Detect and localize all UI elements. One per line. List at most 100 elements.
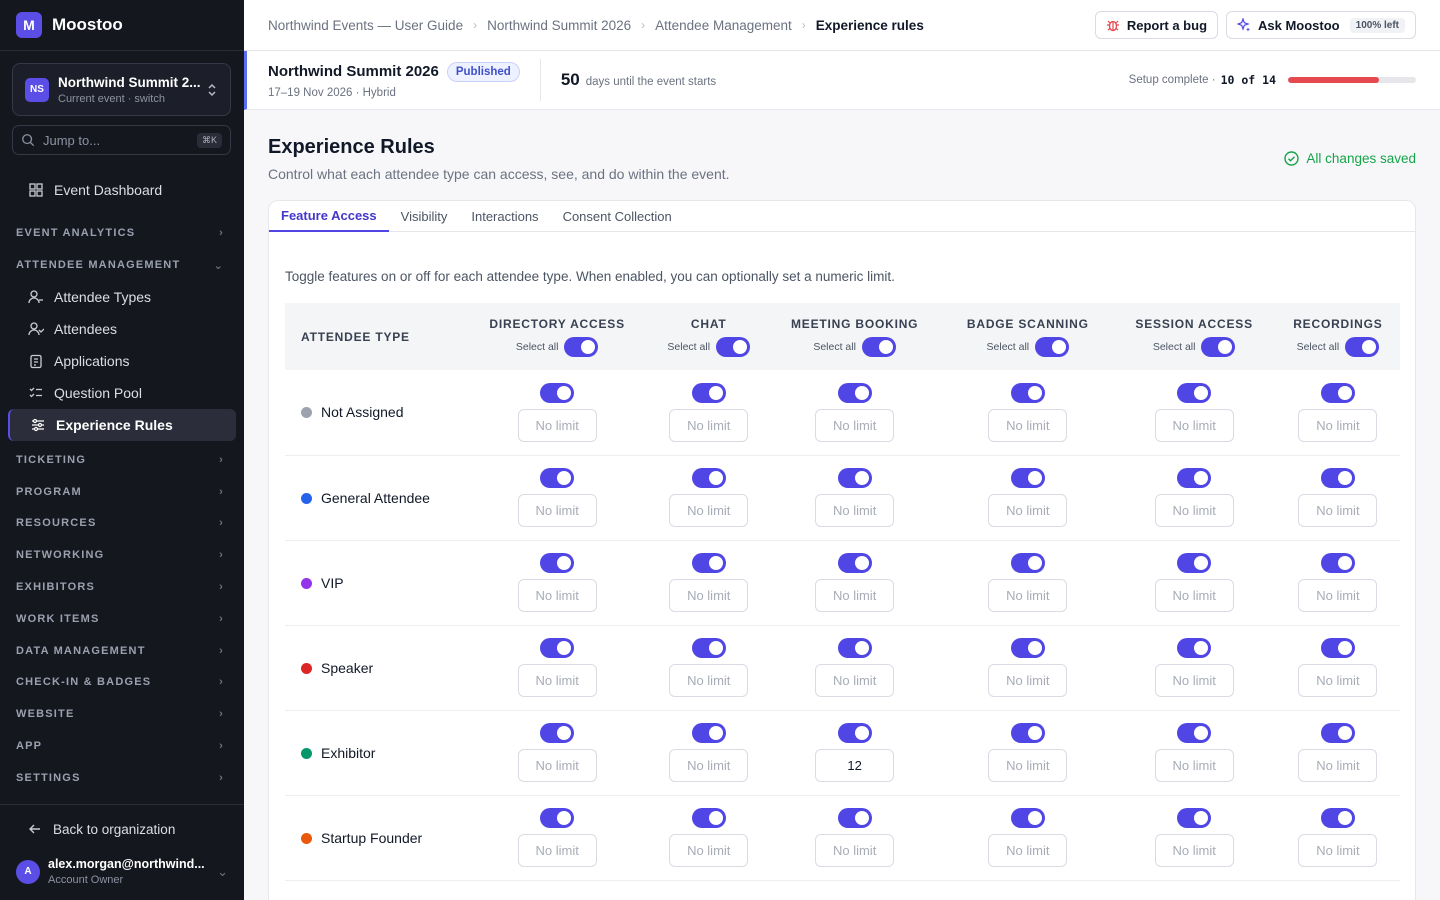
select-all-toggle[interactable] [861, 336, 896, 357]
limit-input[interactable] [988, 664, 1068, 697]
select-all-toggle[interactable] [716, 336, 751, 357]
feature-toggle[interactable] [1010, 723, 1045, 743]
feature-toggle[interactable] [1320, 638, 1355, 658]
limit-input[interactable] [1298, 494, 1378, 527]
sidebar-section-networking[interactable]: NETWORKING › [0, 539, 244, 571]
sidebar-section-website[interactable]: WEBSITE › [0, 698, 244, 730]
sidebar-section-ticketing[interactable]: TICKETING › [0, 444, 244, 476]
sidebar-item-event-dashboard[interactable]: Event Dashboard [8, 174, 236, 206]
feature-toggle[interactable] [1177, 808, 1212, 828]
tab-feature-access[interactable]: Feature Access [269, 201, 389, 232]
feature-toggle[interactable] [1320, 382, 1355, 403]
feature-toggle[interactable] [1010, 553, 1045, 573]
feature-toggle[interactable] [1010, 638, 1045, 658]
limit-input[interactable] [815, 494, 895, 527]
breadcrumb-item[interactable]: Northwind Events — User Guide [268, 18, 463, 33]
sidebar-section-event-analytics[interactable]: EVENT ANALYTICS › [0, 217, 244, 249]
limit-input[interactable] [669, 749, 749, 782]
limit-input[interactable] [517, 664, 597, 697]
limit-input[interactable] [1154, 664, 1234, 697]
feature-toggle[interactable] [691, 382, 726, 403]
sidebar-item-attendee-types[interactable]: Attendee Types [8, 281, 236, 313]
limit-input[interactable] [1298, 408, 1378, 442]
feature-toggle[interactable] [1010, 382, 1045, 403]
feature-toggle[interactable] [540, 808, 575, 828]
sidebar-item-attendees[interactable]: Attendees [8, 313, 236, 345]
limit-input[interactable] [1298, 834, 1378, 867]
feature-toggle[interactable] [540, 723, 575, 743]
limit-input[interactable] [1154, 749, 1234, 782]
feature-toggle[interactable] [1010, 468, 1045, 488]
select-all-toggle[interactable] [564, 336, 599, 357]
feature-toggle[interactable] [837, 808, 872, 828]
feature-toggle[interactable] [691, 468, 726, 488]
sidebar-section-resources[interactable]: RESOURCES › [0, 508, 244, 540]
feature-toggle[interactable] [540, 553, 575, 573]
feature-toggle[interactable] [1177, 723, 1212, 743]
limit-input[interactable] [517, 749, 597, 782]
sidebar-item-applications[interactable]: Applications [8, 345, 236, 377]
sidebar-item-question-pool[interactable]: Question Pool [8, 377, 236, 409]
select-all-toggle[interactable] [1035, 336, 1070, 357]
jump-to-search[interactable]: Jump to... ⌘K [12, 125, 231, 155]
limit-input[interactable] [1298, 749, 1378, 782]
select-all-toggle[interactable] [1345, 336, 1380, 357]
feature-toggle[interactable] [837, 468, 872, 488]
limit-input[interactable] [517, 834, 597, 867]
sidebar-section-settings[interactable]: SETTINGS › [0, 762, 244, 794]
sidebar-section-data-management[interactable]: DATA MANAGEMENT › [0, 635, 244, 667]
limit-input[interactable] [517, 408, 597, 442]
tab-interactions[interactable]: Interactions [459, 201, 550, 232]
ask-moostoo-button[interactable]: Ask Moostoo 100% left [1226, 11, 1416, 39]
limit-input[interactable] [669, 494, 749, 527]
limit-input[interactable] [669, 834, 749, 867]
feature-toggle[interactable] [1177, 638, 1212, 658]
feature-toggle[interactable] [540, 638, 575, 658]
feature-toggle[interactable] [837, 638, 872, 658]
limit-input[interactable] [815, 749, 895, 782]
limit-input[interactable] [1154, 494, 1234, 527]
limit-input[interactable] [669, 664, 749, 697]
limit-input[interactable] [1298, 579, 1378, 612]
limit-input[interactable] [988, 408, 1068, 442]
sidebar-section-check-in-and-badges[interactable]: CHECK-IN & BADGES › [0, 667, 244, 699]
limit-input[interactable] [1154, 408, 1234, 442]
feature-toggle[interactable] [1320, 468, 1355, 488]
feature-toggle[interactable] [1320, 808, 1355, 828]
limit-input[interactable] [517, 494, 597, 527]
limit-input[interactable] [517, 579, 597, 612]
report-bug-button[interactable]: Report a bug [1094, 11, 1219, 39]
feature-toggle[interactable] [1177, 553, 1212, 573]
limit-input[interactable] [988, 494, 1068, 527]
feature-toggle[interactable] [540, 468, 575, 488]
limit-input[interactable] [1154, 579, 1234, 612]
feature-toggle[interactable] [691, 553, 726, 573]
sidebar-item-experience-rules[interactable]: Experience Rules [8, 409, 236, 441]
back-to-organization-link[interactable]: Back to organization [0, 817, 244, 841]
feature-toggle[interactable] [540, 382, 575, 403]
feature-toggle[interactable] [1177, 468, 1212, 488]
tab-visibility[interactable]: Visibility [389, 201, 460, 232]
limit-input[interactable] [815, 408, 895, 442]
feature-toggle[interactable] [837, 723, 872, 743]
feature-toggle[interactable] [691, 638, 726, 658]
feature-toggle[interactable] [1320, 723, 1355, 743]
brand[interactable]: M Moostoo [0, 0, 244, 51]
breadcrumb-item[interactable]: Northwind Summit 2026 [487, 18, 631, 33]
limit-input[interactable] [815, 579, 895, 612]
breadcrumb-item[interactable]: Attendee Management [655, 18, 792, 33]
limit-input[interactable] [1298, 664, 1378, 697]
sidebar-section-work-items[interactable]: WORK ITEMS › [0, 603, 244, 635]
limit-input[interactable] [669, 579, 749, 612]
feature-toggle[interactable] [691, 808, 726, 828]
sidebar-section-exhibitors[interactable]: EXHIBITORS › [0, 571, 244, 603]
sidebar-section-app[interactable]: APP › [0, 730, 244, 762]
limit-input[interactable] [1154, 834, 1234, 867]
feature-toggle[interactable] [1010, 808, 1045, 828]
limit-input[interactable] [815, 664, 895, 697]
sidebar-section-program[interactable]: PROGRAM › [0, 476, 244, 508]
event-switcher[interactable]: NS Northwind Summit 2... Current event ·… [12, 63, 231, 116]
limit-input[interactable] [815, 834, 895, 867]
limit-input[interactable] [669, 408, 749, 442]
tab-consent-collection[interactable]: Consent Collection [551, 201, 684, 232]
